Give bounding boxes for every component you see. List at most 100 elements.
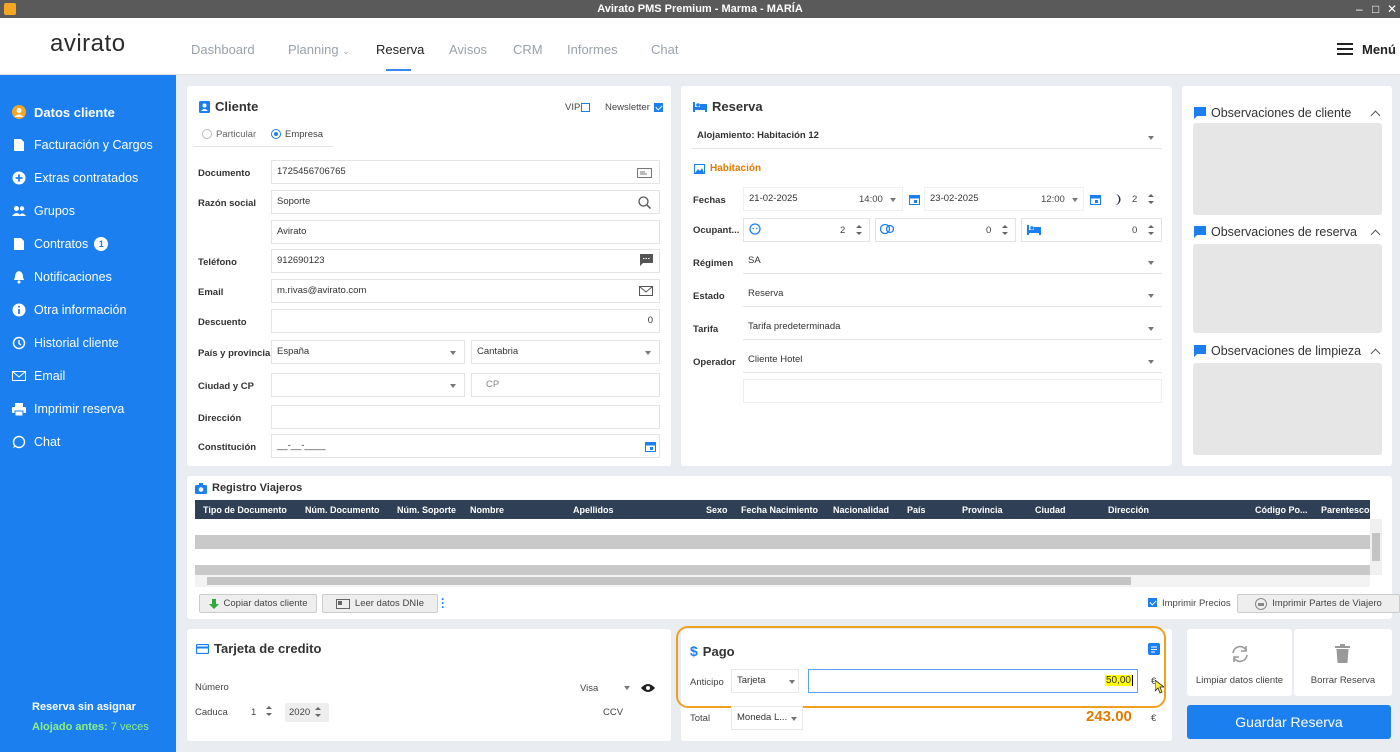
sidebar-item-notificaciones[interactable]: Notificaciones: [12, 267, 112, 287]
provincia-select[interactable]: Cantabria: [471, 340, 660, 364]
anio-field[interactable]: 2020: [285, 703, 329, 722]
column-header[interactable]: Núm. Soporte: [397, 505, 456, 515]
estado-select[interactable]: Reserva: [743, 283, 1162, 307]
sidebar-item-imprimir[interactable]: Imprimir reserva: [12, 399, 124, 419]
read-dnie-button[interactable]: Leer datos DNIe: [322, 594, 438, 613]
column-header[interactable]: Ciudad: [1035, 505, 1066, 515]
obs-cliente-textarea[interactable]: [1193, 123, 1382, 215]
sidebar-item-otra-informacion[interactable]: Otra información: [12, 300, 126, 320]
cp-field[interactable]: CP: [471, 373, 660, 397]
razon-social-secondary-field[interactable]: Avirato: [271, 220, 660, 244]
habitacion-link[interactable]: Habitación: [694, 163, 761, 174]
copy-client-data-button[interactable]: Copiar datos cliente: [199, 594, 317, 613]
calendar-icon[interactable]: [1090, 194, 1101, 208]
tab-chat[interactable]: Chat: [651, 42, 678, 57]
guardar-reserva-button[interactable]: Guardar Reserva: [1187, 705, 1391, 739]
adultos-stepper[interactable]: [856, 225, 862, 235]
column-header[interactable]: Apellidos: [573, 505, 614, 515]
razon-social-field[interactable]: Soporte: [271, 190, 660, 214]
sidebar-item-datos-cliente[interactable]: Datos cliente: [12, 102, 115, 122]
print-parts-button[interactable]: Imprimir Partes de Viajero: [1237, 594, 1400, 613]
column-header[interactable]: Sexo: [706, 505, 728, 515]
particular-radio[interactable]: [202, 129, 212, 139]
column-header[interactable]: Nombre: [470, 505, 504, 515]
obs-cliente-title[interactable]: Observaciones de cliente: [1194, 106, 1351, 120]
tab-planning[interactable]: Planning ⌄: [288, 42, 350, 57]
noches-stepper[interactable]: [1148, 194, 1154, 204]
documento-field[interactable]: 1725456706765: [271, 160, 660, 184]
sidebar-item-grupos[interactable]: Grupos: [12, 201, 75, 221]
maximize-button[interactable]: □: [1372, 0, 1379, 18]
operador-extra-field[interactable]: [743, 379, 1162, 403]
close-button[interactable]: ✕: [1387, 0, 1397, 18]
card-type-select[interactable]: Visa: [580, 683, 598, 694]
eye-icon[interactable]: [641, 683, 655, 696]
tab-dashboard[interactable]: Dashboard: [191, 42, 255, 57]
limpiar-datos-button[interactable]: Limpiar datos cliente: [1187, 629, 1292, 696]
operador-select[interactable]: Cliente Hotel: [743, 349, 1162, 373]
chevron-up-icon[interactable]: [1370, 110, 1381, 121]
vip-checkbox[interactable]: [581, 103, 590, 112]
obs-limpieza-title[interactable]: Observaciones de limpieza: [1194, 344, 1361, 358]
calendar-icon[interactable]: [909, 194, 920, 208]
scrollbar-thumb[interactable]: [207, 577, 1131, 585]
numero-field[interactable]: [255, 677, 575, 695]
more-options-icon[interactable]: · · ·: [441, 593, 445, 613]
column-header[interactable]: Fecha Nacimiento: [741, 505, 818, 515]
newsletter-checkbox[interactable]: [654, 103, 663, 112]
ninos-stepper[interactable]: [1002, 225, 1008, 235]
table-row[interactable]: [195, 565, 1370, 575]
mes-value[interactable]: 1: [251, 707, 256, 718]
mail-icon[interactable]: [639, 286, 653, 299]
vertical-scrollbar[interactable]: [1370, 519, 1382, 575]
print-prices-checkbox[interactable]: [1148, 598, 1157, 607]
obs-reserva-title[interactable]: Observaciones de reserva: [1194, 225, 1357, 239]
column-header[interactable]: Provincia: [962, 505, 1003, 515]
tab-avisos[interactable]: Avisos: [449, 42, 487, 57]
menu-label[interactable]: Menú: [1362, 42, 1396, 57]
telefono-field[interactable]: 912690123: [271, 249, 660, 273]
obs-limpieza-textarea[interactable]: [1193, 363, 1382, 455]
ciudad-select[interactable]: [271, 373, 465, 397]
sms-icon[interactable]: [640, 254, 653, 269]
borrar-reserva-button[interactable]: Borrar Reserva: [1294, 629, 1392, 696]
tab-reserva[interactable]: Reserva: [376, 42, 424, 57]
column-header[interactable]: Núm. Documento: [305, 505, 380, 515]
tab-informes[interactable]: Informes: [567, 42, 618, 57]
pais-select[interactable]: España: [271, 340, 465, 364]
sidebar-item-chat[interactable]: Chat: [12, 432, 60, 452]
invoice-icon[interactable]: [1148, 643, 1161, 659]
camas-stepper[interactable]: [1148, 225, 1154, 235]
anio-stepper[interactable]: [315, 707, 321, 717]
hora-entrada[interactable]: 14:00: [859, 194, 883, 205]
tab-crm[interactable]: CRM: [513, 42, 543, 57]
sidebar-item-historial[interactable]: Historial cliente: [12, 333, 119, 353]
chevron-up-icon[interactable]: [1370, 348, 1381, 359]
direccion-field[interactable]: [271, 405, 660, 429]
column-header[interactable]: País: [907, 505, 926, 515]
constitucion-field[interactable]: __-__-____: [271, 434, 660, 458]
sidebar-item-extras[interactable]: Extras contratados: [12, 168, 138, 188]
tarifa-select[interactable]: Tarifa predeterminada: [743, 316, 1162, 340]
anticipo-input[interactable]: 50,00: [808, 669, 1138, 693]
calendar-icon[interactable]: [645, 441, 656, 455]
obs-reserva-textarea[interactable]: [1193, 244, 1382, 333]
ninos-field[interactable]: [875, 218, 1016, 242]
sidebar-item-contratos[interactable]: Contratos 1: [12, 234, 109, 254]
empresa-radio[interactable]: [271, 129, 281, 139]
camas-field[interactable]: [1021, 218, 1162, 242]
adultos-field[interactable]: [743, 218, 870, 242]
hamburger-menu-icon[interactable]: [1337, 43, 1353, 55]
minimize-button[interactable]: –: [1356, 0, 1363, 18]
table-row[interactable]: [195, 535, 1370, 549]
chevron-up-icon[interactable]: [1370, 229, 1381, 240]
column-header[interactable]: Parentesco: [1321, 505, 1370, 515]
hora-salida[interactable]: 12:00: [1041, 194, 1065, 205]
id-card-icon[interactable]: [637, 168, 652, 181]
mes-stepper[interactable]: [266, 706, 272, 716]
sidebar-item-facturacion[interactable]: Facturación y Cargos: [12, 135, 153, 155]
sidebar-item-email[interactable]: Email: [12, 366, 65, 386]
column-header[interactable]: Dirección: [1108, 505, 1149, 515]
alojamiento-select[interactable]: Alojamiento: Habitación 12: [692, 125, 1162, 149]
scrollbar-thumb[interactable]: [1372, 533, 1380, 561]
